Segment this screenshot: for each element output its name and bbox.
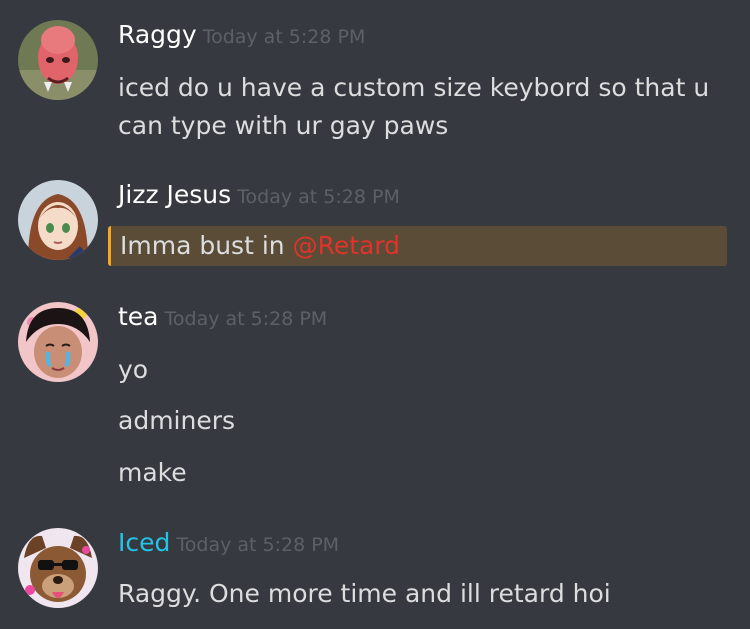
message-header: Iced Today at 5:28 PM: [118, 528, 339, 557]
message-group: Raggy Today at 5:28 PM iced do u have a c…: [0, 20, 750, 160]
message-header: Raggy Today at 5:28 PM: [118, 20, 365, 49]
timestamp: Today at 5:28 PM: [164, 308, 328, 330]
message-text-body: Imma bust in: [120, 231, 293, 260]
timestamp: Today at 5:28 PM: [237, 186, 400, 208]
username[interactable]: tea: [118, 302, 159, 331]
message-text: iced do u have a custom size keybord so …: [118, 73, 710, 102]
message-text: Imma bust in @Retard: [120, 226, 400, 266]
timestamp: Today at 5:28 PM: [176, 534, 340, 556]
chat-messages: Raggy Today at 5:28 PM iced do u have a c…: [0, 0, 750, 629]
message-text: can type with ur gay paws: [118, 111, 449, 140]
avatar[interactable]: [18, 180, 98, 260]
user-mention[interactable]: @Retard: [293, 231, 400, 260]
message-header: tea Today at 5:28 PM: [118, 302, 327, 331]
message-text: adminers: [118, 406, 236, 435]
message-group: tea Today at 5:28 PM yo adminers make: [0, 302, 750, 502]
message-group: Jizz Jesus Today at 5:28 PM Imma bust in …: [0, 180, 750, 270]
message-text: Raggy. One more time and ill retard hoi: [118, 579, 611, 608]
message-text: yo: [118, 355, 149, 384]
message-text: make: [118, 458, 187, 487]
timestamp: Today at 5:28 PM: [202, 26, 366, 48]
avatar[interactable]: [18, 302, 98, 382]
message-group: Iced Today at 5:28 PM Raggy. One more tim…: [0, 528, 750, 618]
avatar[interactable]: [18, 528, 98, 608]
username[interactable]: Raggy: [118, 20, 197, 49]
message-header: Jizz Jesus Today at 5:28 PM: [118, 180, 400, 209]
username[interactable]: Iced: [118, 528, 170, 557]
username[interactable]: Jizz Jesus: [118, 180, 231, 209]
mention-highlight: Imma bust in @Retard: [108, 226, 727, 266]
avatar[interactable]: [18, 20, 98, 100]
